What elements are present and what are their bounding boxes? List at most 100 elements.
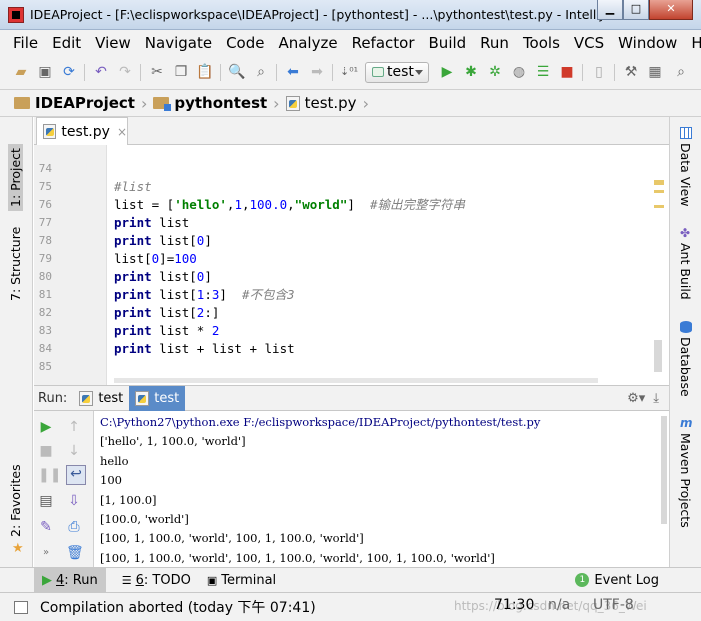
- maximize-button[interactable]: □: [623, 0, 649, 20]
- close-button[interactable]: ✕: [649, 0, 693, 20]
- maven-projects-tool-tab[interactable]: Maven Projects: [678, 433, 693, 528]
- save-icon[interactable]: ▣: [36, 63, 54, 81]
- run-tool-tab[interactable]: ▶ 4: Run: [34, 567, 106, 593]
- run-icon[interactable]: ▶: [438, 63, 456, 81]
- menu-vcs[interactable]: VCS: [574, 34, 604, 52]
- menu-run[interactable]: Run: [480, 34, 509, 52]
- copy-icon[interactable]: ❐: [172, 63, 190, 81]
- menu-edit[interactable]: Edit: [52, 34, 81, 52]
- menu-window[interactable]: Window: [618, 34, 677, 52]
- database-tool-tab[interactable]: Database: [678, 337, 693, 397]
- stop-icon[interactable]: ■: [558, 63, 576, 81]
- cut-icon[interactable]: ✂: [148, 63, 166, 81]
- search-everywhere-icon[interactable]: ⌕: [672, 63, 690, 81]
- menu-navigate[interactable]: Navigate: [145, 34, 212, 52]
- rerun-icon[interactable]: ☰: [534, 63, 552, 81]
- code-line[interactable]: 85: [34, 358, 669, 376]
- soft-wrap-icon[interactable]: ↩: [66, 465, 86, 485]
- more-icon[interactable]: »: [38, 545, 54, 561]
- console-output[interactable]: C:\Python27\python.exe F:/eclispworkspac…: [100, 413, 660, 565]
- code-line[interactable]: 74: [34, 160, 669, 178]
- todo-tool-tab[interactable]: ☰ 6: TODO: [114, 568, 199, 593]
- rerun-icon[interactable]: ▶: [38, 419, 54, 435]
- tool-windows-icon[interactable]: [14, 601, 28, 614]
- menu-build[interactable]: Build: [429, 34, 467, 52]
- run-tab-test-1[interactable]: test: [73, 386, 129, 411]
- scroll-to-end-icon[interactable]: ⇩: [66, 493, 82, 509]
- menu-help[interactable]: Help: [691, 34, 701, 52]
- code-editor[interactable]: 74 75 #list 76 list = ['hello',1,100.0,"worl…: [34, 145, 669, 385]
- project-tool-tab[interactable]: 1: Project: [8, 144, 23, 211]
- breadcrumb-module[interactable]: pythontest ›: [153, 94, 280, 113]
- forward-icon[interactable]: ➡: [308, 63, 326, 81]
- code-line[interactable]: 75 #list: [34, 178, 669, 196]
- breadcrumb-project[interactable]: IDEAProject ›: [14, 94, 147, 113]
- paste-icon[interactable]: 📋: [196, 63, 214, 81]
- undo-icon[interactable]: ↶: [92, 63, 110, 81]
- pause-icon[interactable]: ❚❚: [38, 467, 61, 483]
- layout-icon[interactable]: ▤: [38, 493, 54, 509]
- minimize-button[interactable]: ▁: [597, 0, 623, 20]
- console-output-line: 100: [100, 473, 122, 488]
- code-line[interactable]: 81 print list[1:3] #不包含3: [34, 286, 669, 304]
- structure-tool-tab[interactable]: 7: Structure: [8, 227, 23, 301]
- redo-icon[interactable]: ↷: [116, 63, 134, 81]
- line-separator[interactable]: n/a: [548, 597, 570, 613]
- code-line[interactable]: 78 print list[0]: [34, 232, 669, 250]
- editor-scrollbar[interactable]: [654, 340, 662, 372]
- line-number: 81: [38, 288, 52, 301]
- print-icon[interactable]: ⎙: [66, 519, 82, 535]
- event-log-tool-tab[interactable]: 1 Event Log: [567, 568, 667, 593]
- build-project-icon[interactable]: ⇣⁰¹: [340, 63, 358, 81]
- menu-refactor[interactable]: Refactor: [352, 34, 415, 52]
- code-line[interactable]: 77 print list: [34, 214, 669, 232]
- code-line[interactable]: 84 print list + list + list: [34, 340, 669, 358]
- file-encoding[interactable]: UTF-8: [593, 597, 634, 613]
- open-folder-icon[interactable]: ▰: [12, 63, 30, 81]
- python-file-icon: [285, 95, 300, 111]
- warning-marker: [654, 205, 664, 208]
- coverage-icon[interactable]: ✲: [486, 63, 504, 81]
- settings-icon[interactable]: ⚒: [622, 63, 640, 81]
- code-text: print list[1:3] #不包含3: [114, 287, 295, 302]
- terminal-tool-tab[interactable]: ▣ Terminal: [199, 568, 284, 593]
- gear-icon[interactable]: ⚙▾: [627, 391, 645, 406]
- close-tab-icon[interactable]: ×: [117, 125, 127, 139]
- debug-icon[interactable]: ✱: [462, 63, 480, 81]
- up-arrow-icon[interactable]: ↑: [66, 419, 82, 435]
- run-tab-test-2[interactable]: test: [129, 385, 186, 411]
- project-structure-icon[interactable]: ▦: [646, 63, 664, 81]
- code-line[interactable]: 79 list[0]=100: [34, 250, 669, 268]
- data-view-tool-tab[interactable]: Data View: [678, 143, 693, 206]
- profile-icon[interactable]: ◍: [510, 63, 528, 81]
- sync-icon[interactable]: ⟳: [60, 63, 78, 81]
- down-arrow-icon[interactable]: ↓: [66, 443, 82, 459]
- vcs-icon[interactable]: ▯: [590, 63, 608, 81]
- code-line[interactable]: 80 print list[0]: [34, 268, 669, 286]
- editor-tab-test-py[interactable]: test.py ×: [36, 117, 128, 145]
- menu-tools[interactable]: Tools: [523, 34, 560, 52]
- console-scrollbar[interactable]: [661, 416, 667, 524]
- breadcrumb-file[interactable]: test.py ›: [285, 94, 369, 113]
- replace-icon[interactable]: ⌕: [252, 63, 270, 81]
- stop-icon[interactable]: ■: [38, 443, 54, 459]
- favorites-tool-tab[interactable]: 2: Favorites: [8, 464, 23, 537]
- ant-build-tool-tab[interactable]: Ant Build: [678, 243, 693, 300]
- code-line[interactable]: 76 list = ['hello',1,100.0,"world"] #输出完整…: [34, 196, 669, 214]
- back-icon[interactable]: ⬅: [284, 63, 302, 81]
- find-icon[interactable]: 🔍: [228, 63, 246, 81]
- code-line[interactable]: 82 print list[2:]: [34, 304, 669, 322]
- clear-all-icon[interactable]: 🗑: [66, 545, 84, 561]
- menu-analyze[interactable]: Analyze: [278, 34, 337, 52]
- menu-view[interactable]: View: [95, 34, 131, 52]
- editor-horizontal-scrollbar[interactable]: [114, 378, 598, 383]
- menu-code[interactable]: Code: [226, 34, 264, 52]
- hide-panel-icon[interactable]: ⤓: [653, 391, 659, 406]
- line-number: 85: [38, 360, 52, 373]
- run-configuration-select[interactable]: test: [365, 62, 429, 83]
- pin-icon[interactable]: ✎: [38, 519, 54, 535]
- caret-position[interactable]: 71:30: [494, 597, 534, 613]
- menu-file[interactable]: File: [13, 34, 38, 52]
- code-line[interactable]: 83 print list * 2: [34, 322, 669, 340]
- chevron-down-icon: [415, 70, 423, 79]
